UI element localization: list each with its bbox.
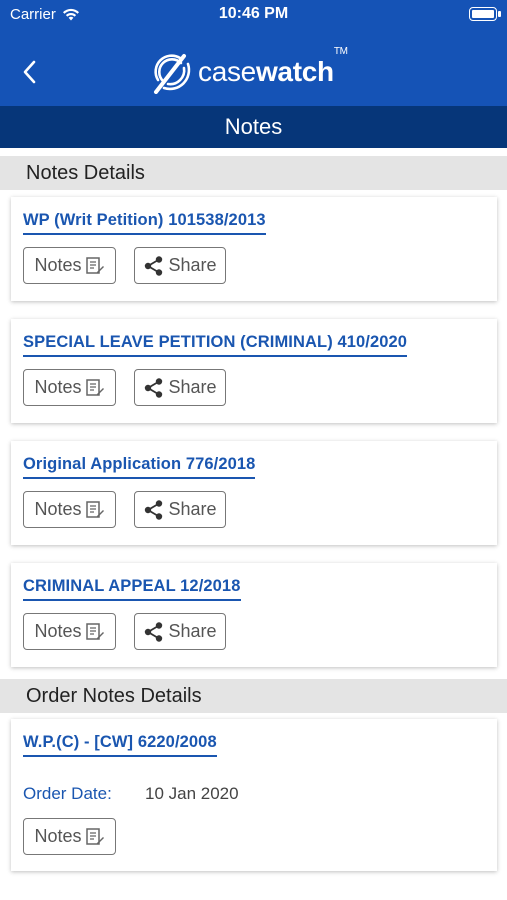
- share-button-label: Share: [168, 377, 217, 397]
- share-icon: [145, 621, 163, 642]
- page-title: Notes: [0, 106, 507, 148]
- order-notes-card: W.P.(C) - [CW] 6220/2008 Order Date: 10 …: [11, 719, 497, 871]
- notes-card: Original Application 776/2018 Notes Shar…: [11, 441, 497, 545]
- notes-document-icon: [85, 622, 104, 640]
- logo-wordmark: casewatchTM: [198, 46, 348, 88]
- share-icon: [145, 377, 163, 398]
- notes-button-label: Notes: [34, 621, 82, 641]
- case-title-link[interactable]: CRIMINAL APPEAL 12/2018: [23, 577, 241, 601]
- back-chevron-icon: [23, 60, 36, 84]
- share-button[interactable]: Share: [134, 247, 226, 284]
- logo-bold: watch: [255, 56, 334, 87]
- notes-button-label: Notes: [34, 377, 82, 397]
- notes-card: WP (Writ Petition) 101538/2013 Notes Sha…: [11, 197, 497, 301]
- notes-button[interactable]: Notes: [23, 818, 116, 855]
- notes-button-label: Notes: [34, 826, 82, 846]
- status-bar: Carrier 10:46 PM: [0, 0, 507, 30]
- app-header: Carrier 10:46 PM casewatchTM: [0, 0, 507, 106]
- share-icon: [145, 499, 163, 520]
- order-date-label: Order Date:: [23, 784, 112, 803]
- notes-button[interactable]: Notes: [23, 613, 116, 650]
- share-button[interactable]: Share: [134, 491, 226, 528]
- notes-card: SPECIAL LEAVE PETITION (CRIMINAL) 410/20…: [11, 319, 497, 423]
- order-notes-section-heading: Order Notes Details: [0, 679, 507, 713]
- logo-tm: TM: [333, 46, 348, 57]
- notes-button-label: Notes: [34, 255, 82, 275]
- back-button[interactable]: [14, 56, 44, 88]
- case-title-link[interactable]: W.P.(C) - [CW] 6220/2008: [23, 733, 217, 757]
- battery-icon: [469, 7, 501, 21]
- share-button[interactable]: Share: [134, 369, 226, 406]
- notes-document-icon: [85, 378, 104, 396]
- notes-card: CRIMINAL APPEAL 12/2018 Notes Share: [11, 563, 497, 667]
- casewatch-logo-icon: [154, 54, 191, 94]
- share-button-label: Share: [168, 255, 217, 275]
- logo-light: case: [198, 56, 256, 87]
- status-time: 10:46 PM: [218, 5, 289, 22]
- notes-section-heading: Notes Details: [0, 156, 507, 190]
- notes-button-label: Notes: [34, 499, 82, 519]
- order-date-value: 10 Jan 2020: [145, 784, 239, 803]
- notes-document-icon: [85, 500, 104, 518]
- casewatch-logo: casewatchTM: [150, 46, 348, 96]
- notes-button[interactable]: Notes: [23, 247, 116, 284]
- case-title-link[interactable]: WP (Writ Petition) 101538/2013: [23, 211, 266, 235]
- notes-button[interactable]: Notes: [23, 369, 116, 406]
- case-title-link[interactable]: Original Application 776/2018: [23, 455, 256, 479]
- share-button[interactable]: Share: [134, 613, 226, 650]
- share-icon: [145, 255, 163, 276]
- notes-button[interactable]: Notes: [23, 491, 116, 528]
- notes-document-icon: [85, 256, 104, 274]
- notes-document-icon: [85, 827, 104, 845]
- case-title-link[interactable]: SPECIAL LEAVE PETITION (CRIMINAL) 410/20…: [23, 333, 408, 357]
- share-button-label: Share: [168, 499, 217, 519]
- share-button-label: Share: [168, 621, 217, 641]
